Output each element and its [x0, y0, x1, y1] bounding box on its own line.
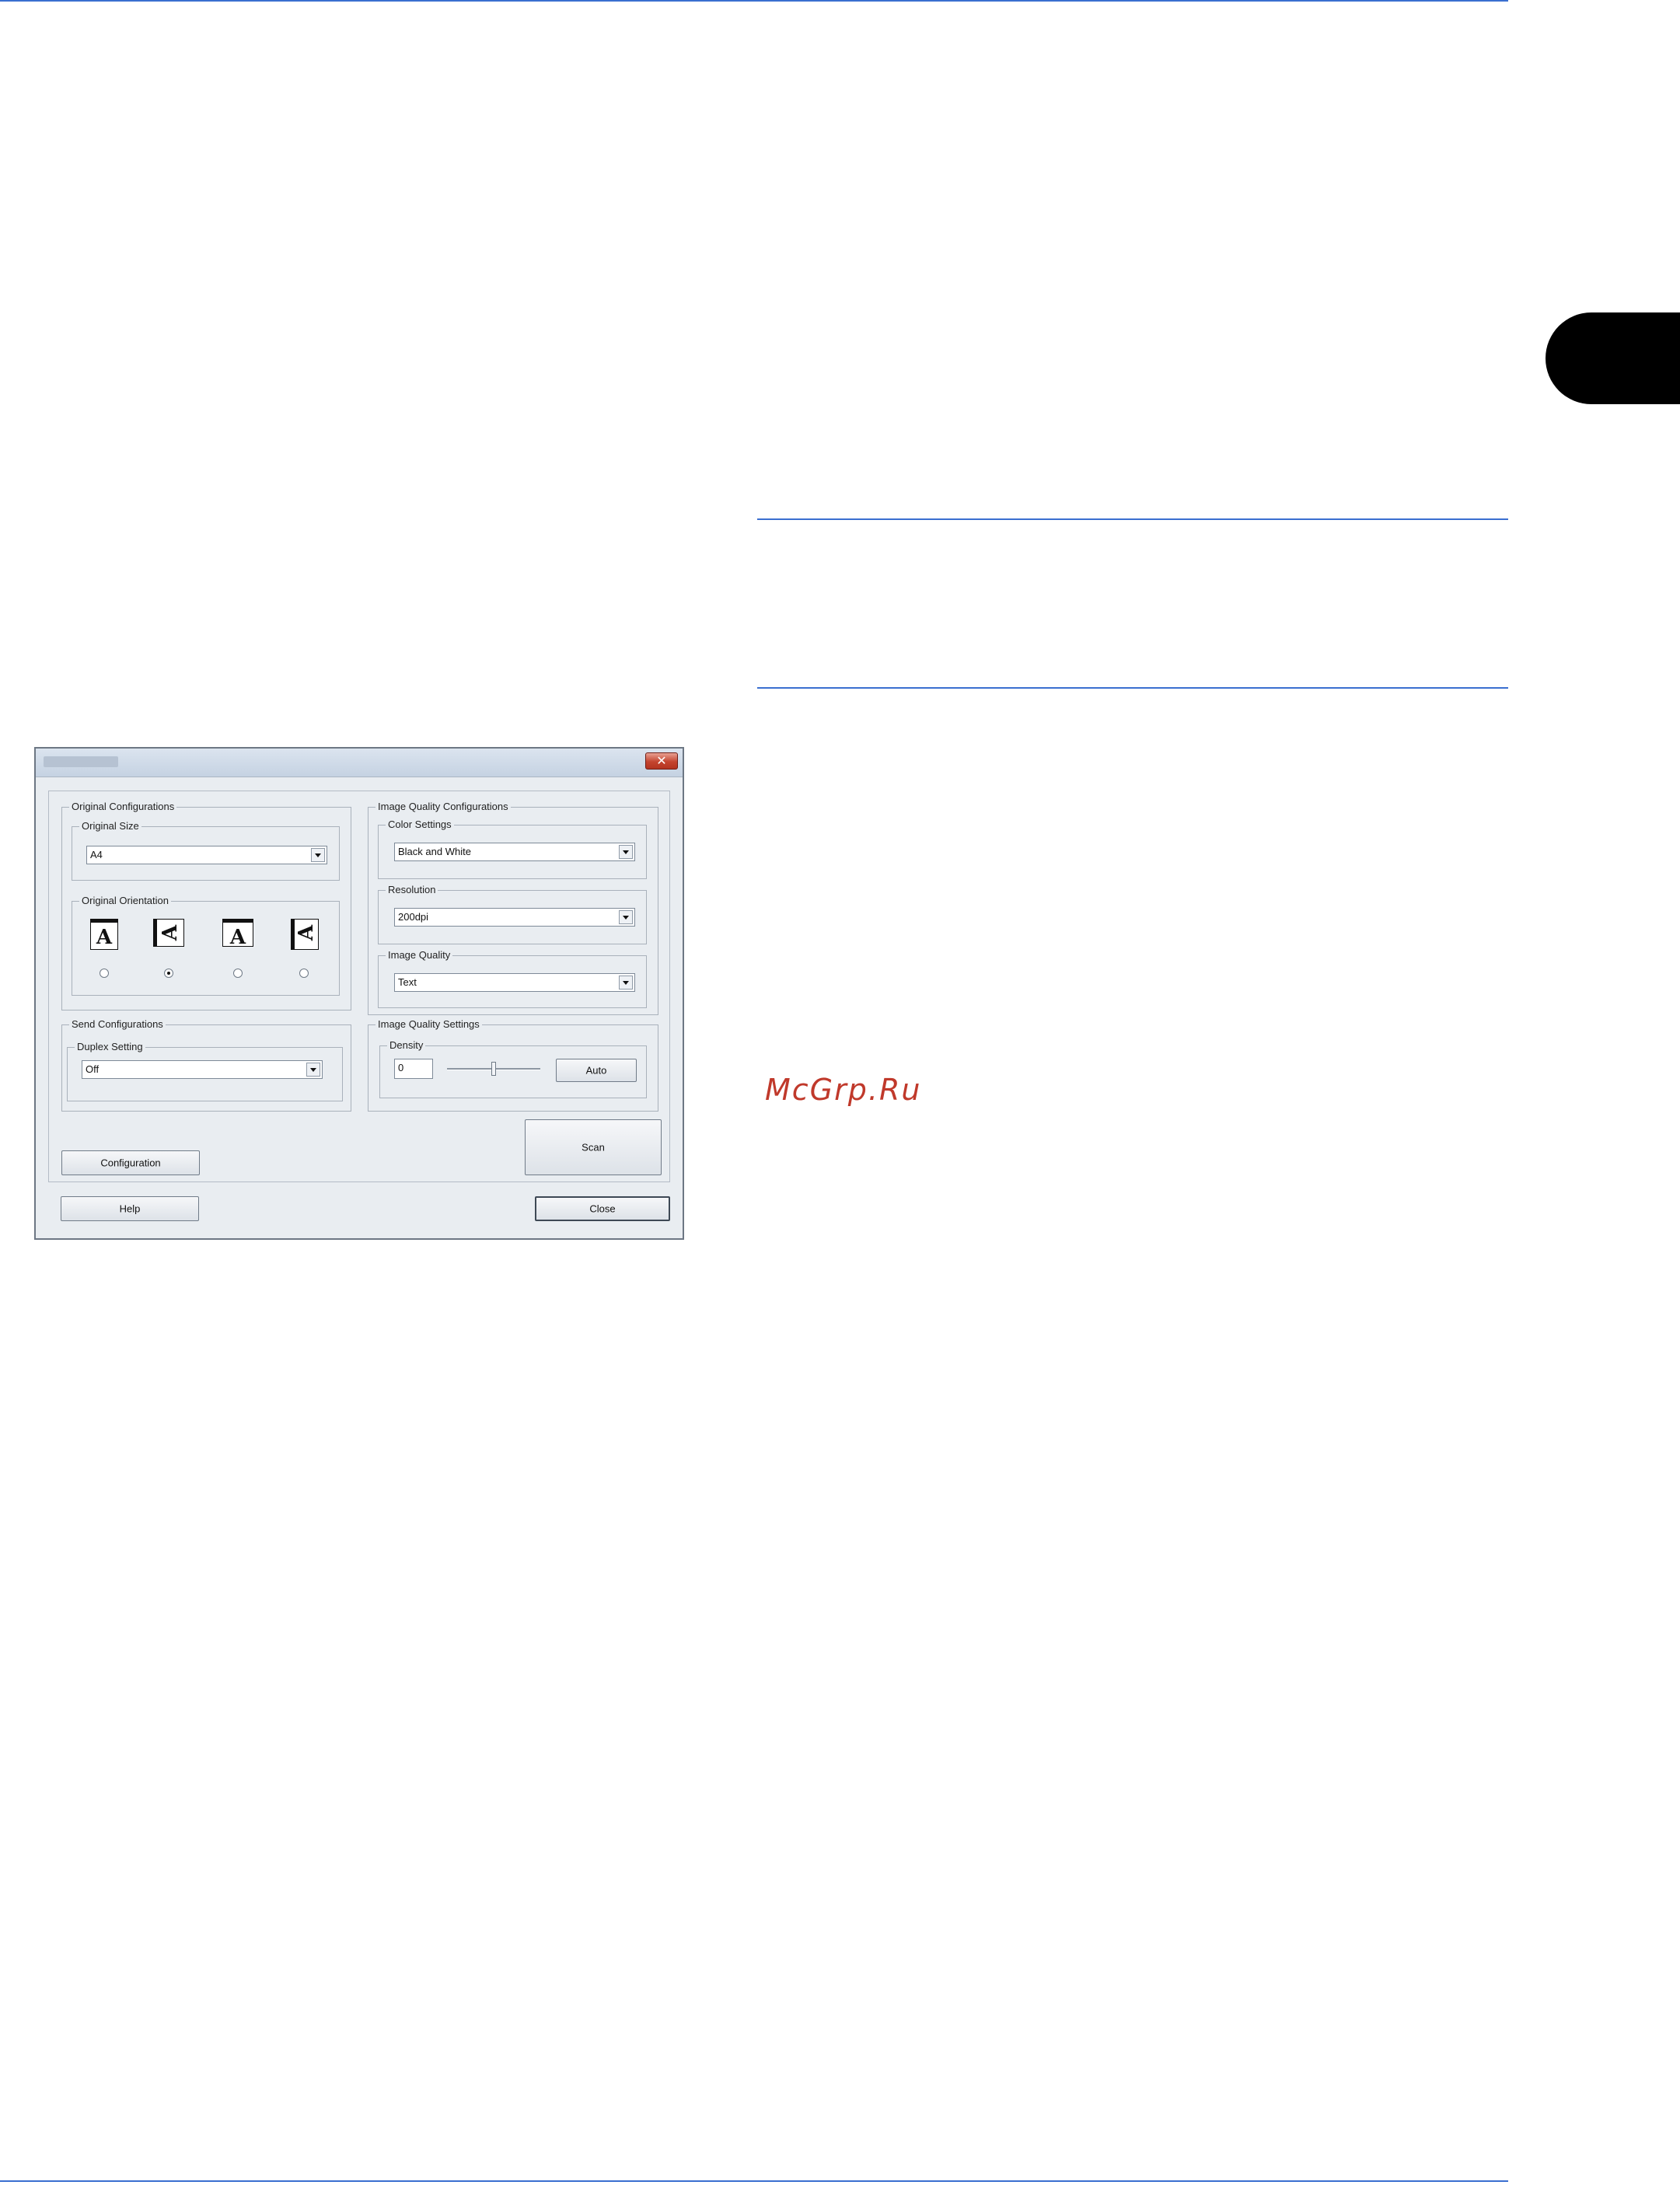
- chevron-down-icon[interactable]: [619, 910, 633, 924]
- title-bar[interactable]: ✕: [36, 749, 683, 777]
- resolution-value: 200dpi: [398, 911, 429, 923]
- window-close-button[interactable]: ✕: [645, 752, 678, 770]
- chevron-down-icon[interactable]: [619, 976, 633, 990]
- chapter-tab: [1546, 312, 1680, 404]
- chevron-down-icon[interactable]: [311, 848, 325, 862]
- portrait-top-edge-icon[interactable]: A: [90, 919, 118, 950]
- resolution-group: Resolution 200dpi: [378, 883, 647, 944]
- section-rule-bottom: [757, 687, 1508, 689]
- image-quality-configurations-label: Image Quality Configurations: [375, 800, 511, 814]
- bottom-rule: [0, 2180, 1508, 2182]
- landscape-left-edge-icon[interactable]: A: [153, 919, 184, 947]
- watermark: McGrp.Ru: [765, 1073, 922, 1107]
- portrait-top-edge-icon[interactable]: A: [222, 919, 253, 949]
- color-settings-group: Color Settings Black and White: [378, 818, 647, 879]
- original-orientation-label: Original Orientation: [79, 894, 171, 908]
- duplex-setting-label: Duplex Setting: [75, 1040, 145, 1054]
- original-configurations-label: Original Configurations: [69, 800, 177, 814]
- scan-dialog: ✕ Original Configurations Original Size …: [34, 747, 684, 1240]
- density-label: Density: [387, 1038, 426, 1052]
- duplex-setting-group: Duplex Setting Off: [67, 1040, 343, 1101]
- send-configurations-label: Send Configurations: [69, 1017, 166, 1031]
- original-size-value: A4: [90, 849, 103, 860]
- close-button[interactable]: Close: [535, 1196, 670, 1221]
- original-size-label: Original Size: [79, 819, 141, 833]
- color-settings-select[interactable]: Black and White: [394, 843, 635, 861]
- image-quality-value: Text: [398, 976, 417, 988]
- original-size-group: Original Size A4: [72, 819, 340, 881]
- window-title-blurred: [44, 756, 118, 767]
- image-quality-settings-group: Image Quality Settings Density 0 Auto: [368, 1017, 658, 1112]
- send-configurations-group: Send Configurations Duplex Setting Off: [61, 1017, 351, 1112]
- resolution-select[interactable]: 200dpi: [394, 908, 635, 927]
- image-quality-settings-label: Image Quality Settings: [375, 1017, 482, 1031]
- original-orientation-group: Original Orientation A A A A: [72, 894, 340, 996]
- original-configurations-group: Original Configurations Original Size A4…: [61, 800, 351, 1010]
- help-button[interactable]: Help: [61, 1196, 199, 1221]
- scan-button[interactable]: Scan: [525, 1119, 662, 1175]
- chevron-down-icon[interactable]: [306, 1063, 320, 1077]
- image-quality-select[interactable]: Text: [394, 973, 635, 992]
- image-quality-label: Image Quality: [386, 948, 453, 962]
- duplex-setting-value: Off: [86, 1063, 100, 1075]
- resolution-label: Resolution: [386, 883, 438, 897]
- configuration-button[interactable]: Configuration: [61, 1150, 200, 1175]
- top-rule: [0, 0, 1508, 2]
- orientation-radio-2[interactable]: [164, 969, 173, 978]
- image-quality-configurations-group: Image Quality Configurations Color Setti…: [368, 800, 658, 1015]
- density-input[interactable]: 0: [394, 1059, 433, 1079]
- landscape-left-edge-icon[interactable]: A: [291, 919, 319, 950]
- dialog-client-area: Original Configurations Original Size A4…: [48, 791, 670, 1182]
- color-settings-value: Black and White: [398, 846, 471, 857]
- orientation-radio-1[interactable]: [100, 969, 109, 978]
- original-size-select[interactable]: A4: [86, 846, 327, 864]
- chevron-down-icon[interactable]: [619, 845, 633, 859]
- section-rule-top: [757, 518, 1508, 520]
- orientation-radio-4[interactable]: [299, 969, 309, 978]
- density-group: Density 0 Auto: [379, 1038, 647, 1098]
- orientation-radio-3[interactable]: [233, 969, 243, 978]
- auto-button[interactable]: Auto: [556, 1059, 637, 1082]
- duplex-setting-select[interactable]: Off: [82, 1060, 323, 1079]
- density-slider-thumb[interactable]: [491, 1062, 496, 1076]
- color-settings-label: Color Settings: [386, 818, 454, 832]
- image-quality-group: Image Quality Text: [378, 948, 647, 1008]
- close-icon: ✕: [656, 753, 667, 768]
